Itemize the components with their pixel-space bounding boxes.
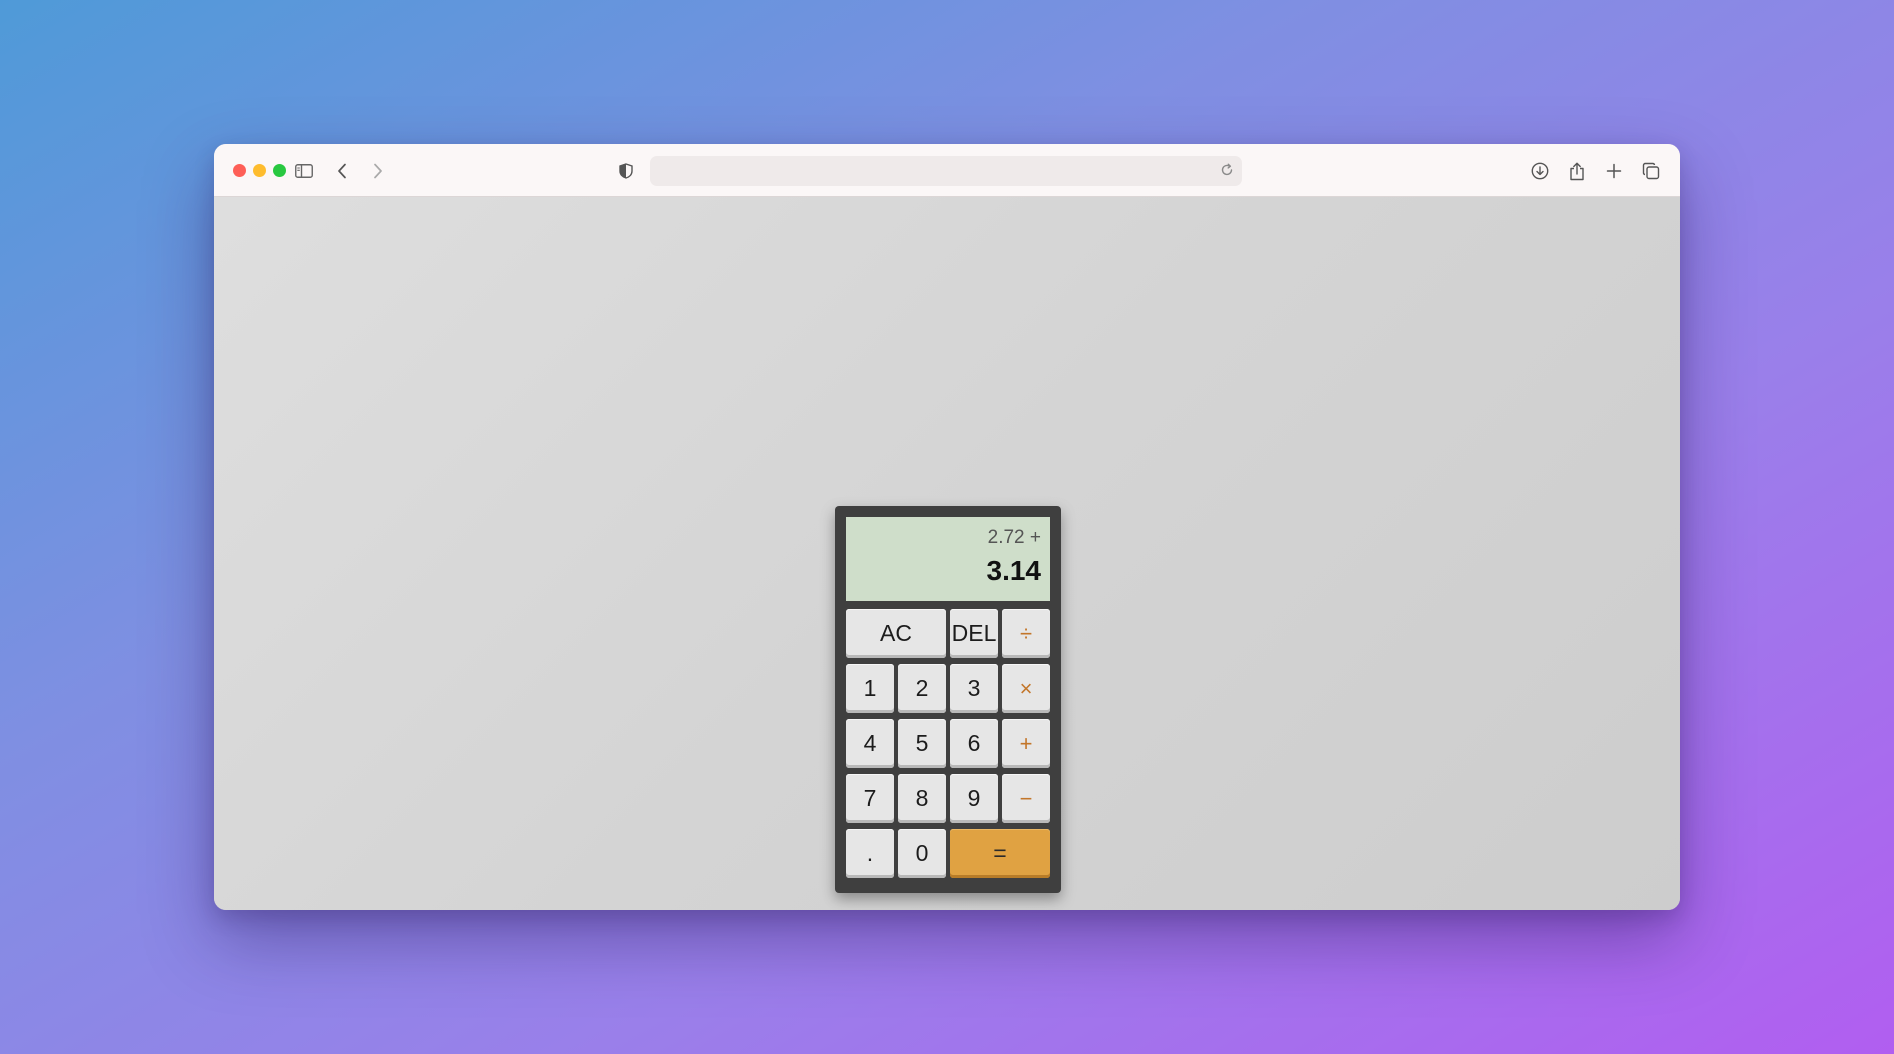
close-window-button[interactable] — [233, 164, 246, 177]
page-content: 2.72 + 3.14 AC DEL ÷ 1 2 3 × 4 5 6 + 7 8… — [214, 197, 1680, 910]
multiply-button[interactable]: × — [1002, 664, 1050, 713]
digit-4-button[interactable]: 4 — [846, 719, 894, 768]
plus-icon[interactable] — [1601, 158, 1627, 184]
chevron-left-icon[interactable] — [329, 158, 355, 184]
add-button[interactable]: + — [1002, 719, 1050, 768]
tabs-overview-icon[interactable] — [1638, 158, 1664, 184]
reload-icon[interactable] — [1220, 163, 1236, 179]
previous-operand: 2.72 + — [987, 527, 1041, 548]
browser-window: 2.72 + 3.14 AC DEL ÷ 1 2 3 × 4 5 6 + 7 8… — [214, 144, 1680, 910]
minimize-window-button[interactable] — [253, 164, 266, 177]
decimal-button[interactable]: . — [846, 829, 894, 878]
digit-9-button[interactable]: 9 — [950, 774, 998, 823]
digit-1-button[interactable]: 1 — [846, 664, 894, 713]
calculator-display: 2.72 + 3.14 — [846, 517, 1050, 601]
keypad: AC DEL ÷ 1 2 3 × 4 5 6 + 7 8 9 − . 0 = — [846, 609, 1050, 878]
subtract-button[interactable]: − — [1002, 774, 1050, 823]
digit-3-button[interactable]: 3 — [950, 664, 998, 713]
current-operand: 3.14 — [986, 555, 1042, 586]
chevron-right-icon[interactable] — [365, 158, 391, 184]
calculator: 2.72 + 3.14 AC DEL ÷ 1 2 3 × 4 5 6 + 7 8… — [835, 506, 1061, 893]
browser-toolbar — [214, 144, 1680, 197]
digit-0-button[interactable]: 0 — [898, 829, 946, 878]
equals-button[interactable]: = — [950, 829, 1050, 878]
address-bar[interactable] — [650, 156, 1242, 186]
share-icon[interactable] — [1564, 158, 1590, 184]
zoom-window-button[interactable] — [273, 164, 286, 177]
shield-icon[interactable] — [613, 158, 639, 184]
digit-6-button[interactable]: 6 — [950, 719, 998, 768]
divide-button[interactable]: ÷ — [1002, 609, 1050, 658]
digit-7-button[interactable]: 7 — [846, 774, 894, 823]
digit-8-button[interactable]: 8 — [898, 774, 946, 823]
digit-2-button[interactable]: 2 — [898, 664, 946, 713]
all-clear-button[interactable]: AC — [846, 609, 946, 658]
digit-5-button[interactable]: 5 — [898, 719, 946, 768]
sidebar-icon[interactable] — [291, 158, 317, 184]
download-icon[interactable] — [1527, 158, 1553, 184]
delete-button[interactable]: DEL — [950, 609, 998, 658]
